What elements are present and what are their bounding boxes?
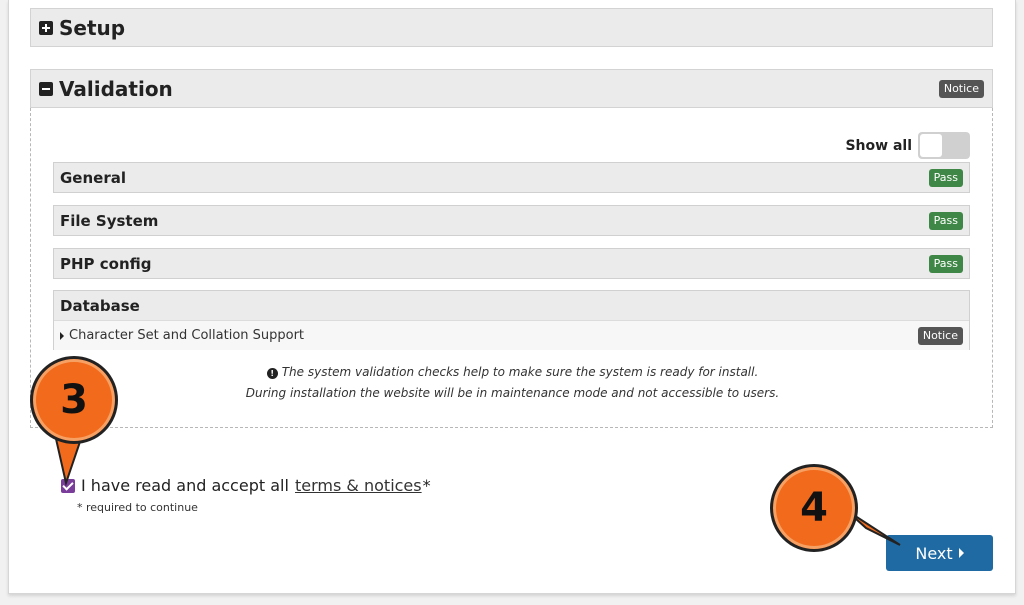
callout-number: 3 — [60, 377, 88, 423]
callout-3: 3 — [30, 356, 118, 444]
callout-4: 4 — [770, 464, 858, 552]
callout-number: 4 — [800, 485, 828, 531]
callout-pointers — [52, 429, 901, 546]
